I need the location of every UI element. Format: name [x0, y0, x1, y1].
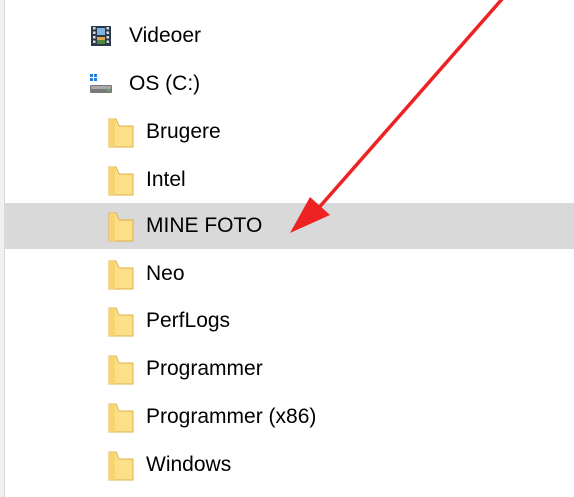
tree-item-programmer[interactable]: Programmer	[5, 346, 574, 392]
tree-item-os-c[interactable]: OS (C:)	[5, 61, 574, 107]
folder-icon	[107, 212, 135, 242]
tree-item-brugere[interactable]: Brugere	[5, 109, 574, 155]
folder-icon	[107, 355, 135, 385]
tree-item-mine-foto[interactable]: MINE FOTO	[5, 203, 574, 249]
folder-icon	[107, 451, 135, 481]
folder-icon	[107, 307, 135, 337]
tree-item-label: Programmer	[146, 357, 263, 380]
folder-tree: Videoer OS (C:) Brugere Intel MINE FOTO …	[5, 0, 574, 497]
drive-icon	[89, 73, 113, 95]
folder-icon	[107, 118, 135, 148]
video-icon	[90, 25, 112, 47]
tree-item-intel[interactable]: Intel	[5, 157, 574, 203]
tree-item-neo[interactable]: Neo	[5, 251, 574, 297]
tree-item-perflogs[interactable]: PerfLogs	[5, 298, 574, 344]
folder-icon	[107, 260, 135, 290]
tree-item-label: Intel	[146, 168, 186, 191]
tree-item-label: Videoer	[129, 24, 202, 47]
tree-item-label: Brugere	[146, 120, 221, 143]
tree-item-label: MINE FOTO	[146, 214, 263, 237]
tree-item-label: OS (C:)	[129, 72, 201, 95]
folder-icon	[107, 166, 135, 196]
tree-item-label: PerfLogs	[146, 309, 231, 332]
tree-item-videoer[interactable]: Videoer	[5, 13, 574, 59]
folder-icon	[107, 403, 135, 433]
tree-item-label: Programmer (x86)	[146, 405, 317, 428]
explorer-navigation-pane: Videoer OS (C:) Brugere Intel MINE FOTO …	[0, 0, 574, 497]
tree-item-programmer-x86[interactable]: Programmer (x86)	[5, 394, 574, 440]
tree-item-label: Neo	[146, 262, 185, 285]
tree-item-windows[interactable]: Windows	[5, 442, 574, 488]
tree-item-label: Windows	[146, 453, 232, 476]
